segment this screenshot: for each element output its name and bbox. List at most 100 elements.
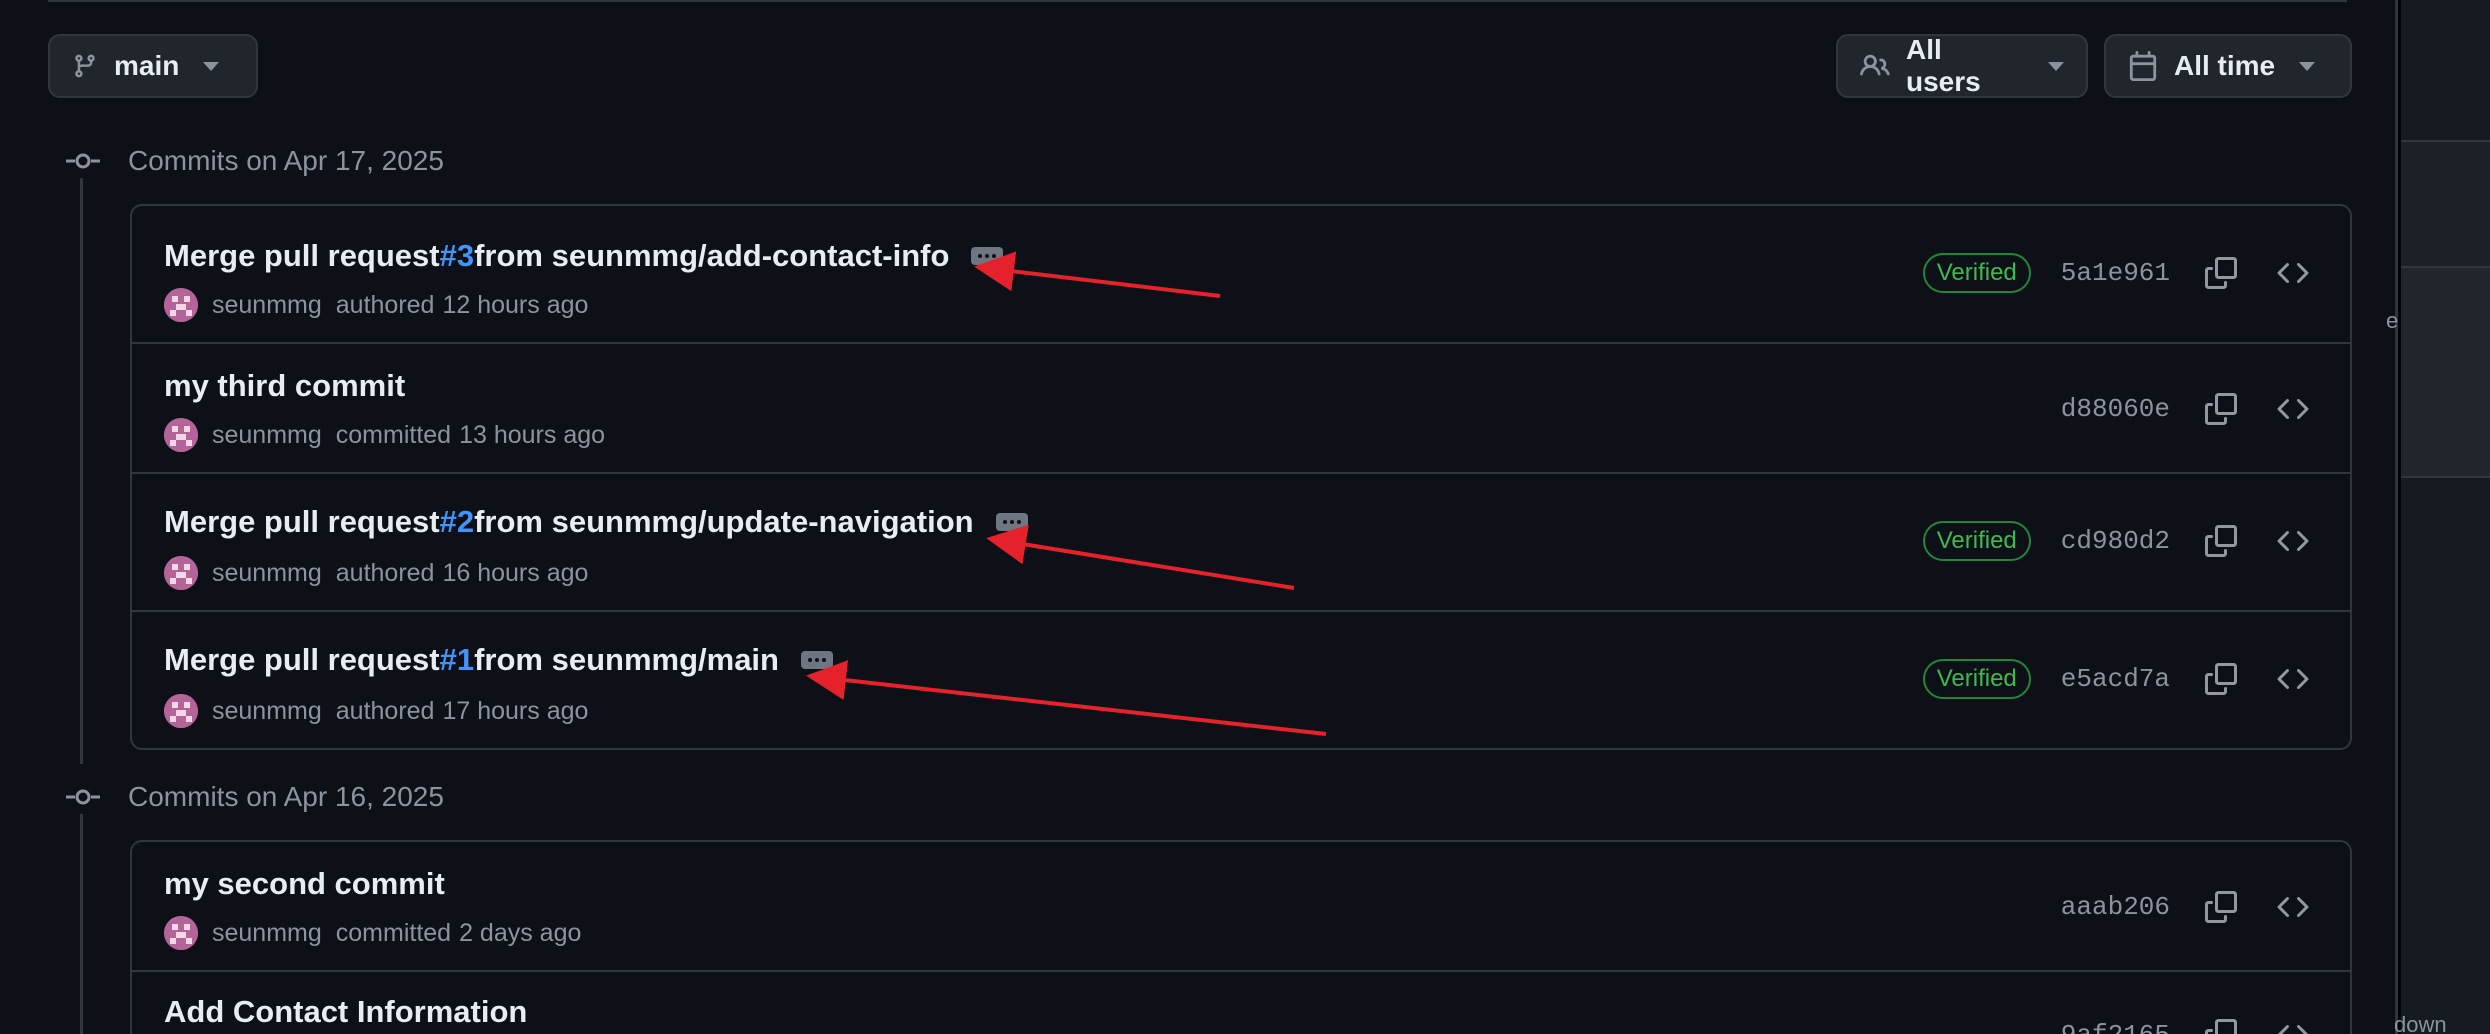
time-filter-button[interactable]: All time (2104, 34, 2352, 98)
commit-title-text[interactable]: my second commit (164, 866, 445, 902)
git-branch-icon (72, 53, 98, 79)
pr-link[interactable]: #1 (440, 642, 474, 678)
avatar[interactable] (164, 288, 198, 322)
users-filter-button[interactable]: All users (1836, 34, 2088, 98)
expand-message-button[interactable] (800, 651, 833, 669)
expand-message-button[interactable] (995, 513, 1028, 531)
side-panel-text: e (2386, 308, 2399, 333)
commit-title-text[interactable]: from seunmmg/main (474, 642, 779, 678)
commit-time: 16 hours ago (442, 558, 589, 587)
copy-icon[interactable] (2200, 886, 2242, 928)
commit-group: Merge pull request #3 from seunmmg/add-c… (130, 204, 2352, 750)
commit-actions: d88060e (2061, 388, 2314, 430)
pr-link[interactable]: #3 (440, 238, 474, 274)
day-heading: Commits on Apr 16, 2025 (66, 780, 444, 814)
commit-row: my second commit seunmmg committed 2 day… (132, 842, 2350, 972)
commit-actions: Verified cd980d2 (1922, 520, 2314, 562)
commits-panel: main All users All time Commits on Apr 1… (0, 0, 2398, 1034)
copy-icon[interactable] (2200, 252, 2242, 294)
code-icon[interactable] (2272, 886, 2314, 928)
time-filter-label: All time (2174, 50, 2276, 81)
expand-message-button[interactable] (971, 247, 1004, 265)
commit-action: committed (335, 420, 452, 449)
commit-sha-link[interactable]: aaab206 (2061, 892, 2170, 922)
commit-time: 12 hours ago (442, 290, 589, 319)
avatar[interactable] (164, 694, 198, 728)
avatar[interactable] (164, 418, 198, 452)
chevron-down-icon (2299, 61, 2316, 71)
commit-actions: 9af2165 (2061, 1014, 2314, 1034)
pr-link[interactable]: #2 (440, 504, 474, 540)
commit-title[interactable]: Add Contact Information (164, 994, 527, 1030)
commit-row: my third commit seunmmg committed 13 hou… (132, 344, 2350, 474)
code-icon[interactable] (2272, 1014, 2314, 1034)
verified-badge[interactable]: Verified (1922, 521, 2031, 561)
commit-sha-link[interactable]: d88060e (2061, 394, 2170, 424)
commit-title-text[interactable]: from seunmmg/add-contact-info (474, 238, 949, 274)
branch-selector-button[interactable]: main (48, 34, 258, 98)
commit-title[interactable]: Merge pull request #3 from seunmmg/add-c… (164, 238, 1004, 274)
commit-meta: seunmmg authored 17 hours ago (164, 694, 588, 728)
commit-actions: Verified e5acd7a (1922, 658, 2314, 700)
commit-title-text[interactable]: Merge pull request (164, 642, 440, 678)
copy-icon[interactable] (2200, 1014, 2242, 1034)
commit-group: my second commit seunmmg committed 2 day… (130, 840, 2352, 1034)
users-filter-label: All users (1906, 34, 1981, 97)
author-link[interactable]: seunmmg (212, 559, 322, 588)
commit-title-text[interactable]: from seunmmg/update-navigation (474, 504, 973, 540)
avatar[interactable] (164, 556, 198, 590)
code-icon[interactable] (2272, 388, 2314, 430)
commit-title[interactable]: my third commit (164, 368, 405, 404)
people-icon (1860, 51, 1890, 81)
commit-meta: seunmmg authored 16 hours ago (164, 556, 588, 590)
git-commit-icon (66, 144, 100, 178)
commit-action: authored (335, 696, 435, 725)
commit-row: Merge pull request #2 from seunmmg/updat… (132, 474, 2350, 612)
author-link[interactable]: seunmmg (212, 421, 322, 450)
commit-row: Merge pull request #1 from seunmmg/main … (132, 612, 2350, 748)
commit-row: Merge pull request #3 from seunmmg/add-c… (132, 206, 2350, 344)
timeline-line (80, 814, 83, 1034)
commit-action: committed (335, 918, 452, 947)
commit-title-text[interactable]: my third commit (164, 368, 405, 404)
verified-badge[interactable]: Verified (1922, 659, 2031, 699)
copy-icon[interactable] (2200, 520, 2242, 562)
side-panel-block (2401, 268, 2490, 478)
side-panel-text: down (2394, 1012, 2447, 1034)
branch-label: main (114, 50, 180, 81)
commit-time: 17 hours ago (442, 696, 589, 725)
verified-badge[interactable]: Verified (1922, 253, 2031, 293)
commit-sha-link[interactable]: 9af2165 (2061, 1020, 2170, 1034)
commit-meta: seunmmg committed 13 hours ago (164, 418, 605, 452)
commit-actions: aaab206 (2061, 886, 2314, 928)
commit-title-text[interactable]: Merge pull request (164, 238, 440, 274)
commit-title[interactable]: Merge pull request #2 from seunmmg/updat… (164, 504, 1028, 540)
commit-title[interactable]: my second commit (164, 866, 445, 902)
commit-time: 2 days ago (459, 918, 582, 947)
author-link[interactable]: seunmmg (212, 919, 322, 948)
author-link[interactable]: seunmmg (212, 697, 322, 726)
chevron-down-icon (2048, 61, 2064, 71)
day-heading-label: Commits on Apr 16, 2025 (128, 781, 444, 812)
code-icon[interactable] (2272, 658, 2314, 700)
side-panel-block (2401, 140, 2490, 268)
day-heading-label: Commits on Apr 17, 2025 (128, 145, 444, 176)
copy-icon[interactable] (2200, 388, 2242, 430)
commit-time: 13 hours ago (459, 420, 606, 449)
copy-icon[interactable] (2200, 658, 2242, 700)
author-link[interactable]: seunmmg (212, 291, 322, 320)
commit-title-text[interactable]: Merge pull request (164, 504, 440, 540)
commit-row: Add Contact Information 9af2165 (132, 972, 2350, 1034)
commit-sha-link[interactable]: e5acd7a (2061, 664, 2170, 694)
commit-sha-link[interactable]: 5a1e961 (2061, 258, 2170, 288)
code-icon[interactable] (2272, 252, 2314, 294)
commit-action: authored (335, 558, 435, 587)
day-heading: Commits on Apr 17, 2025 (66, 144, 444, 178)
code-icon[interactable] (2272, 520, 2314, 562)
top-divider (48, 0, 2347, 2)
commit-meta: seunmmg committed 2 days ago (164, 916, 581, 950)
commit-title[interactable]: Merge pull request #1 from seunmmg/main (164, 642, 833, 678)
avatar[interactable] (164, 916, 198, 950)
commit-sha-link[interactable]: cd980d2 (2061, 526, 2170, 556)
commit-title-text[interactable]: Add Contact Information (164, 994, 527, 1030)
